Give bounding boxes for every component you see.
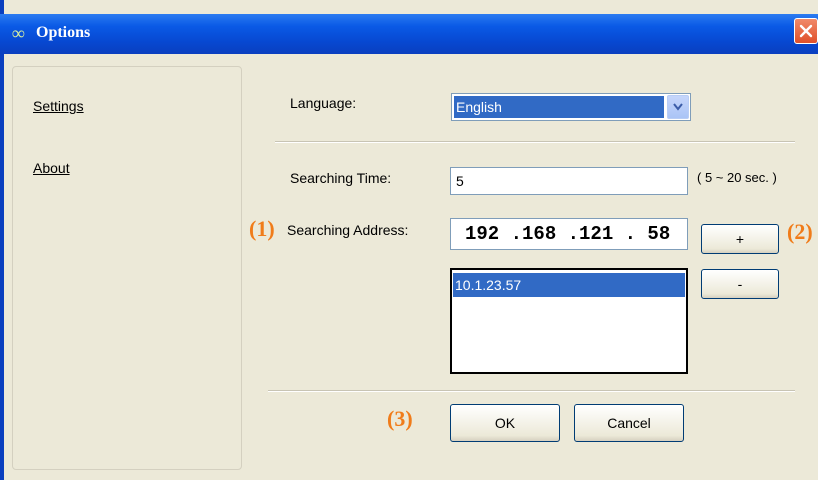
sidebar-item-settings[interactable]: Settings [33,98,84,114]
remove-address-button[interactable]: - [701,269,779,299]
language-selected-value: English [454,96,664,118]
divider-bottom [268,390,795,392]
list-item[interactable]: 10.1.23.57 [453,273,685,297]
window-title: Options [36,24,91,41]
title-bar[interactable]: ∞ Options [0,14,818,54]
chevron-down-icon [673,103,683,111]
address-list[interactable]: 10.1.23.57 [450,268,688,374]
dropdown-button[interactable] [667,95,689,119]
annotation-marker-2: (2) [787,219,813,244]
language-label: Language: [290,95,357,111]
link-icon: ∞ [12,23,25,43]
language-select[interactable]: English [451,93,691,121]
annotation-marker-1: (1) [249,216,275,241]
add-address-button[interactable]: + [701,224,779,254]
sidebar-panel [12,66,242,470]
searching-time-input[interactable]: 5 [450,167,688,195]
searching-time-label: Searching Time: [290,170,392,186]
searching-time-hint: ( 5 ~ 20 sec. ) [697,170,777,185]
divider-top [275,141,795,143]
annotation-marker-3: (3) [387,406,413,431]
sidebar-item-about[interactable]: About [33,160,70,176]
searching-address-input[interactable]: 192 .168 .121 . 58 [450,218,688,250]
close-button[interactable] [794,18,818,44]
ok-button[interactable]: OK [450,404,560,442]
cancel-button[interactable]: Cancel [574,404,684,442]
close-icon [799,24,813,38]
searching-address-label: Searching Address: [287,222,409,238]
